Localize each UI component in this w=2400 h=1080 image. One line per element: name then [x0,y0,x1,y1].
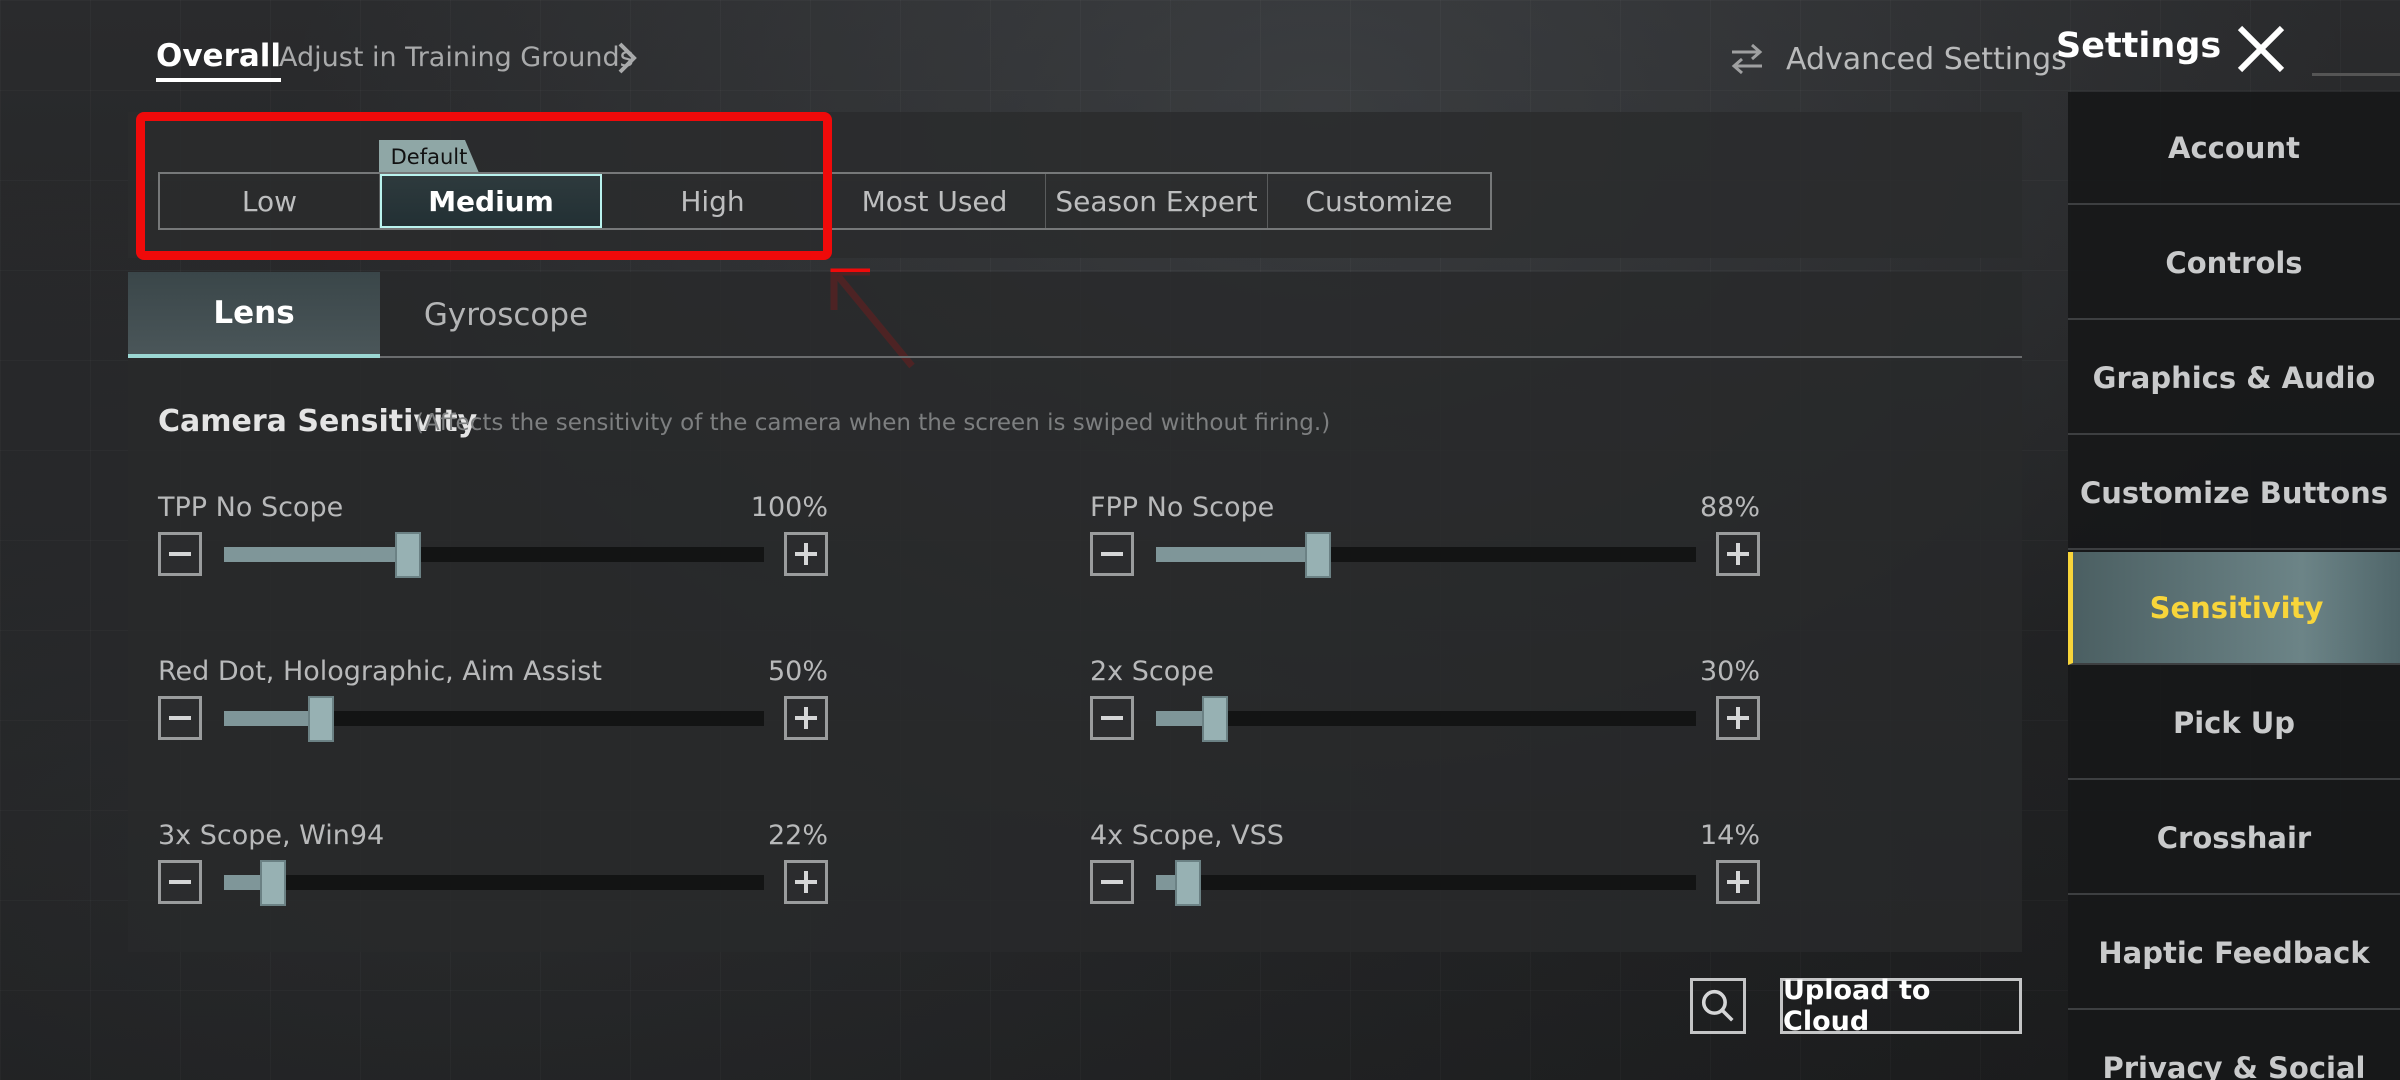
search-icon[interactable] [1690,978,1746,1034]
slider-track[interactable] [1156,696,1696,742]
sidebar-item-privacy-social[interactable]: Privacy & Social [2068,1012,2400,1080]
decrease-button[interactable] [1090,532,1134,576]
sidebar-item-customize-buttons[interactable]: Customize Buttons [2068,437,2400,550]
sidebar: Account Controls Graphics & Audio Custom… [2068,92,2400,1080]
swap-arrows-icon [1731,43,1763,75]
increase-button[interactable] [784,860,828,904]
increase-button[interactable] [784,532,828,576]
slider-label: 4x Scope, VSS [1090,820,1284,851]
page-title: Settings [2056,26,2222,66]
decrease-button[interactable] [158,532,202,576]
slider-red-dot: Red Dot, Holographic, Aim Assist 50% [158,656,828,766]
slider-label: TPP No Scope [158,492,344,523]
slider-track[interactable] [224,860,764,906]
sidebar-item-graphics-audio[interactable]: Graphics & Audio [2068,322,2400,435]
tab-lens[interactable]: Lens [128,272,380,358]
slider-thumb[interactable] [308,696,334,742]
tab-adjust-training-grounds[interactable]: Adjust in Training Grounds [279,42,634,73]
preset-most-used[interactable]: Most Used [824,174,1046,228]
preset-season-expert[interactable]: Season Expert [1046,174,1268,228]
slider-tpp-no-scope: TPP No Scope 100% [158,492,828,602]
slider-thumb[interactable] [1305,532,1331,578]
slider-thumb[interactable] [1202,696,1228,742]
slider-3x-scope: 3x Scope, Win94 22% [158,820,828,930]
slider-2x-scope: 2x Scope 30% [1090,656,1760,766]
slider-thumb[interactable] [395,532,421,578]
increase-button[interactable] [1716,532,1760,576]
sidebar-item-account[interactable]: Account [2068,92,2400,205]
slider-value: 30% [1699,656,1760,687]
slider-label: Red Dot, Holographic, Aim Assist [158,656,602,687]
tab-overall[interactable]: Overall [156,38,282,82]
slider-thumb[interactable] [260,860,286,906]
slider-4x-scope: 4x Scope, VSS 14% [1090,820,1760,930]
slider-value: 50% [767,656,828,687]
divider [2312,73,2400,76]
tab-gyroscope[interactable]: Gyroscope [380,272,632,358]
increase-button[interactable] [1716,860,1760,904]
decrease-button[interactable] [1090,696,1134,740]
slider-thumb[interactable] [1175,860,1201,906]
subtab-bar: Lens Gyroscope [128,272,2022,358]
sidebar-item-controls[interactable]: Controls [2068,207,2400,320]
annotation-highlight-box [136,112,832,260]
increase-button[interactable] [1716,696,1760,740]
slider-track[interactable] [224,696,764,742]
slider-track[interactable] [1156,532,1696,578]
slider-value: 100% [750,492,828,523]
slider-fpp-no-scope: FPP No Scope 88% [1090,492,1760,602]
close-icon[interactable] [2230,18,2292,80]
slider-label: 2x Scope [1090,656,1214,687]
top-bar: Overall Adjust in Training Grounds Advan… [0,0,2400,92]
section-note: (Affects the sensitivity of the camera w… [415,410,1331,436]
slider-value: 14% [1699,820,1760,851]
slider-track[interactable] [1156,860,1696,906]
slider-fill [1156,547,1318,562]
sidebar-item-label: Sensitivity [2149,590,2324,625]
slider-label: 3x Scope, Win94 [158,820,385,851]
sidebar-item-pick-up[interactable]: Pick Up [2068,667,2400,780]
decrease-button[interactable] [158,696,202,740]
chevron-right-icon[interactable] [612,40,642,76]
slider-track[interactable] [224,532,764,578]
advanced-settings-button[interactable]: Advanced Settings [1786,42,2067,77]
decrease-button[interactable] [1090,860,1134,904]
slider-fill [224,547,408,562]
slider-label: FPP No Scope [1090,492,1275,523]
slider-value: 88% [1699,492,1760,523]
slider-fill [224,711,321,726]
upload-to-cloud-button[interactable]: Upload to Cloud [1780,975,2022,1037]
increase-button[interactable] [784,696,828,740]
sidebar-item-haptic-feedback[interactable]: Haptic Feedback [2068,897,2400,1010]
sidebar-item-sensitivity[interactable]: Sensitivity [2068,552,2400,665]
sidebar-item-crosshair[interactable]: Crosshair [2068,782,2400,895]
slider-value: 22% [767,820,828,851]
decrease-button[interactable] [158,860,202,904]
preset-customize[interactable]: Customize [1268,174,1490,228]
